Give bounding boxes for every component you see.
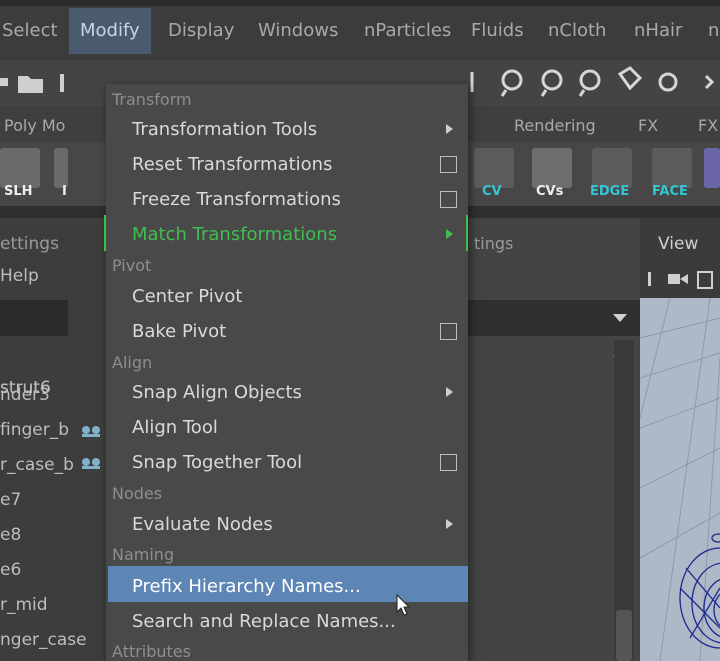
section-attributes: Attributes: [112, 642, 191, 661]
scrollbar-thumb[interactable]: [616, 610, 632, 661]
menu-bar: Select Modify Display Windows nParticles…: [0, 0, 720, 60]
outliner-menu-help[interactable]: Help: [0, 266, 39, 286]
snap-surface-icon: [617, 66, 643, 91]
menu-select[interactable]: Select: [2, 20, 58, 41]
outliner-search-field[interactable]: [0, 300, 68, 336]
menu-item-reset-transformations[interactable]: Reset Transformations: [132, 154, 332, 175]
option-box-icon[interactable]: [440, 191, 457, 208]
outliner-row[interactable]: nger_case: [0, 630, 87, 650]
snap-live-icon: [658, 72, 678, 92]
shelf-slh-icon[interactable]: [0, 148, 40, 188]
viewport-header: View: [640, 218, 720, 298]
shelf-label-cvs: CVs: [536, 184, 564, 199]
shelf-tab-rendering[interactable]: Rendering: [514, 116, 596, 135]
shelf-cvs-icon[interactable]: [532, 148, 572, 188]
section-pivot: Pivot: [112, 256, 152, 275]
outliner-row[interactable]: e7: [0, 490, 21, 510]
snap-tools-icons[interactable]: [470, 64, 720, 100]
shelf-label-slh: SLH: [4, 184, 33, 199]
outliner-row[interactable]: e6: [0, 560, 21, 580]
shelf-label-edge: EDGE: [590, 184, 630, 199]
outliner-row[interactable]: nder3: [0, 385, 50, 405]
section-nodes: Nodes: [112, 484, 163, 503]
3d-viewport[interactable]: [640, 298, 720, 661]
menu-more[interactable]: n: [708, 20, 719, 41]
option-box-icon[interactable]: [440, 323, 457, 340]
attribute-panel-header: tings: [474, 234, 514, 253]
menu-windows[interactable]: Windows: [258, 20, 338, 41]
menu-item-freeze-transformations[interactable]: Freeze Transformations: [132, 189, 341, 210]
menu-item-snap-align-objects[interactable]: Snap Align Objects: [132, 382, 302, 403]
menu-item-snap-together-tool[interactable]: Snap Together Tool: [132, 452, 302, 473]
outliner-row[interactable]: r_mid: [0, 595, 48, 615]
menu-item-evaluate-nodes[interactable]: Evaluate Nodes: [132, 514, 273, 535]
menu-nhair[interactable]: nHair: [634, 20, 682, 41]
menu-fluids[interactable]: Fluids: [471, 20, 524, 41]
shelf-edge-clip-icon[interactable]: [704, 148, 720, 188]
snap-curve-icon: [541, 69, 563, 91]
viewport-grid: [640, 298, 720, 661]
window-top-edge: [0, 0, 720, 6]
menu-item-transformation-tools[interactable]: Transformation Tools: [132, 119, 317, 140]
viewport-menu-view[interactable]: View: [658, 234, 698, 254]
outliner-row[interactable]: finger_b: [0, 420, 69, 440]
section-transform: Transform: [112, 90, 192, 109]
shelf-tab-poly-modeling[interactable]: Poly Mo: [4, 116, 65, 135]
menu-nparticles[interactable]: nParticles: [364, 20, 451, 41]
shelf-tab-fx[interactable]: FX: [638, 116, 658, 135]
menu-item-match-transformations[interactable]: Match Transformations: [132, 224, 337, 245]
menu-modify[interactable]: Modify: [80, 20, 140, 41]
joint-icons: [82, 426, 100, 469]
mouse-cursor-icon: [396, 594, 411, 616]
attribute-panel-dropdown[interactable]: [468, 300, 640, 336]
outliner-row[interactable]: r_case_b: [0, 455, 74, 475]
menu-item-bake-pivot[interactable]: Bake Pivot: [132, 321, 226, 342]
outliner-header-settings[interactable]: ettings: [0, 234, 59, 254]
chevron-down-icon[interactable]: [612, 312, 628, 324]
menu-item-prefix-hierarchy-names[interactable]: Prefix Hierarchy Names...: [132, 576, 361, 597]
shelf-edge-icon[interactable]: [592, 148, 632, 188]
submenu-arrow-icon: [446, 124, 453, 134]
menu-display[interactable]: Display: [168, 20, 234, 41]
shelf-label-face: FACE: [652, 184, 688, 199]
shelf-label-cv: CV: [482, 184, 502, 199]
shelf-face-icon[interactable]: [652, 148, 692, 188]
menu-item-center-pivot[interactable]: Center Pivot: [132, 286, 243, 307]
option-box-icon[interactable]: [440, 454, 457, 471]
folder-icon: [18, 76, 43, 93]
option-box-icon[interactable]: [440, 156, 457, 173]
snap-point-icon: [579, 69, 601, 91]
submenu-arrow-icon: [446, 387, 453, 397]
shelf-label-i: I: [62, 184, 67, 199]
submenu-arrow-icon: [446, 519, 453, 529]
section-naming: Naming: [112, 545, 175, 564]
file-icons: [0, 74, 64, 93]
shelf-tab-fx-caching[interactable]: FX: [698, 116, 718, 135]
menu-item-align-tool[interactable]: Align Tool: [132, 417, 218, 438]
shelf-partial-icon[interactable]: [54, 148, 68, 188]
snap-grid-icon: [501, 69, 523, 91]
outliner-row[interactable]: e8: [0, 525, 21, 545]
shelf-cv-icon[interactable]: [474, 148, 514, 188]
submenu-arrow-icon: [446, 229, 453, 239]
menu-ncloth[interactable]: nCloth: [548, 20, 606, 41]
wireframe-mesh: [679, 533, 720, 649]
camera-icon[interactable]: [648, 270, 720, 290]
menu-item-search-replace-names[interactable]: Search and Replace Names...: [132, 611, 396, 632]
section-align: Align: [112, 353, 153, 372]
